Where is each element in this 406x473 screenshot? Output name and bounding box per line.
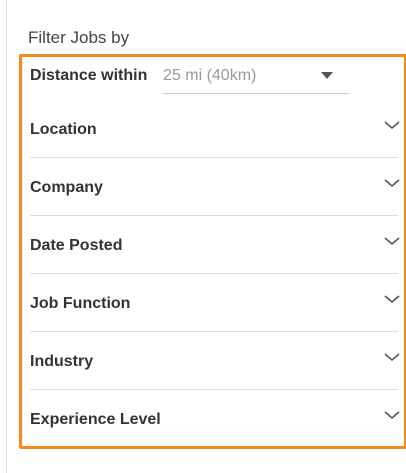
facet-label: Experience Level [30,411,161,428]
distance-select[interactable]: 25 mi (40km) [163,65,349,94]
chevron-down-icon [384,353,400,362]
chevron-down-icon [384,237,400,246]
chevron-down-icon [384,411,400,420]
facet-list: Location Company Date Posted Job Functio… [30,100,400,447]
chevron-down-icon [384,179,400,188]
filter-panel: Filter Jobs by Distance within 25 mi (40… [6,0,406,473]
chevron-down-icon [384,295,400,304]
facet-job-function[interactable]: Job Function [30,274,400,332]
facet-label: Date Posted [30,237,123,254]
filter-options-box: Distance within 25 mi (40km) Location Co… [19,54,406,449]
facet-experience-level[interactable]: Experience Level [30,390,400,447]
caret-down-icon [321,72,333,79]
distance-selected-value: 25 mi (40km) [163,67,257,84]
facet-location[interactable]: Location [30,100,400,158]
facet-label: Location [30,121,97,138]
chevron-down-icon [384,121,400,130]
panel-title: Filter Jobs by [28,28,130,47]
facet-label: Company [30,179,103,196]
distance-filter: Distance within 25 mi (40km) [30,57,398,100]
facet-label: Industry [30,353,94,370]
facet-date-posted[interactable]: Date Posted [30,216,400,274]
facet-industry[interactable]: Industry [30,332,400,390]
distance-label: Distance within [30,67,148,84]
facet-company[interactable]: Company [30,158,400,216]
facet-label: Job Function [30,295,131,312]
